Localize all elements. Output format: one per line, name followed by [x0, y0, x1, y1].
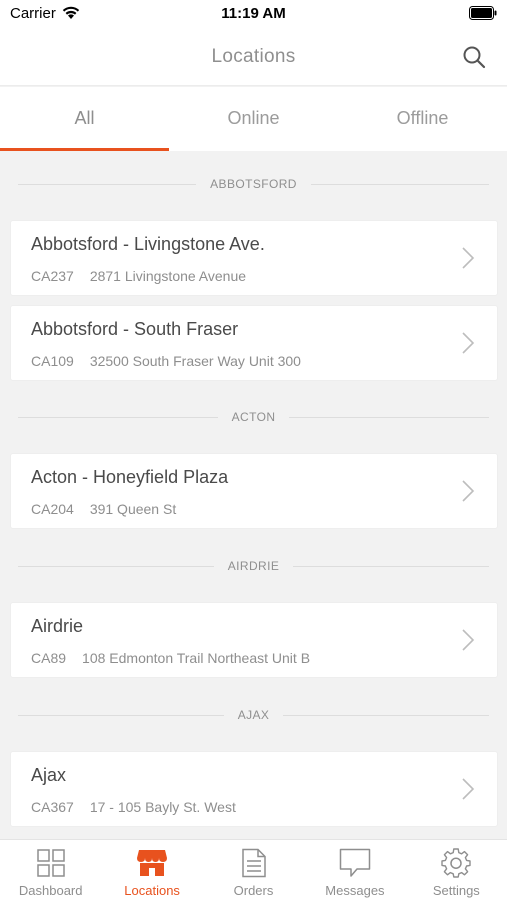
search-icon[interactable] [461, 44, 487, 70]
tab-bar-dashboard[interactable]: Dashboard [0, 840, 101, 900]
section-header-ajax: AJAX [18, 705, 489, 725]
location-code: CA204 [31, 501, 74, 517]
chevron-right-icon [462, 778, 475, 800]
tab-online[interactable]: Online [169, 87, 338, 151]
location-card[interactable]: Acton - Honeyfield Plaza CA204 391 Queen … [11, 454, 497, 528]
location-code: CA237 [31, 268, 74, 284]
tab-bar-label: Locations [124, 883, 180, 898]
clock: 11:19 AM [221, 5, 286, 22]
location-card[interactable]: Abbotsford - South Fraser CA109 32500 Sou… [11, 306, 497, 380]
gear-icon [441, 848, 472, 878]
location-name: Ajax [31, 765, 67, 785]
location-name: Acton - Honeyfield Plaza [31, 467, 229, 487]
section-header-acton: ACTON [18, 407, 490, 427]
chevron-right-icon [462, 247, 475, 269]
bottom-tab-bar: Dashboard Locations Orders Messages Sett… [0, 839, 507, 900]
location-code: CA89 [31, 650, 67, 666]
section-header-abbotsford: ABBOTSFORD [18, 174, 489, 194]
divider [18, 565, 214, 567]
tab-bar-label: Dashboard [18, 883, 83, 898]
chevron-right-icon [462, 480, 475, 502]
locations-list[interactable]: ABBOTSFORD Abbotsford - Livingstone Ave.… [0, 151, 507, 839]
location-address: 17 - 105 Bayly St. West [89, 799, 236, 815]
navigation-bar: Locations [0, 30, 507, 86]
battery-icon [469, 6, 497, 20]
divider [283, 714, 489, 716]
page-title: Locations [211, 46, 296, 67]
location-details: CA367 17 - 105 Bayly St. West [31, 799, 236, 815]
location-details: CA89 108 Edmonton Trail Northeast Unit B [31, 650, 310, 666]
tab-bar-messages[interactable]: Messages [304, 840, 405, 900]
tab-bar-label: Orders [233, 883, 274, 898]
divider [289, 416, 490, 418]
location-code: CA367 [31, 799, 74, 815]
location-address: 2871 Livingstone Avenue [89, 268, 247, 284]
dashboard-grid-icon [36, 849, 65, 877]
location-card[interactable]: Abbotsford - Livingstone Ave. CA237 2871 … [11, 221, 497, 295]
location-address: 108 Edmonton Trail Northeast Unit B [82, 650, 311, 666]
tab-bar-orders[interactable]: Orders [203, 840, 304, 900]
section-label: AIRDRIE [227, 559, 280, 573]
section-label: ACTON [231, 410, 276, 424]
section-header-airdrie: AIRDRIE [18, 556, 490, 576]
tab-all[interactable]: All [0, 87, 169, 151]
filter-tabs: All Online Offline [0, 87, 507, 151]
divider [18, 183, 197, 185]
location-code: CA109 [31, 353, 74, 369]
location-details: CA109 32500 South Fraser Way Unit 300 [31, 353, 301, 369]
chat-bubble-icon [339, 848, 371, 877]
document-icon [241, 848, 266, 878]
location-name: Airdrie [31, 616, 84, 636]
divider [18, 714, 224, 716]
section-label: AJAX [237, 708, 270, 722]
chevron-right-icon [462, 629, 475, 651]
tab-bar-label: Messages [325, 883, 385, 898]
status-bar: Carrier 11:19 AM [0, 0, 507, 30]
location-card[interactable]: Airdrie CA89 108 Edmonton Trail Northeast… [11, 603, 497, 677]
location-name: Abbotsford - South Fraser [31, 319, 239, 339]
location-card[interactable]: Ajax CA367 17 - 105 Bayly St. West [11, 752, 497, 826]
section-label: ABBOTSFORD [210, 177, 297, 191]
tab-offline[interactable]: Offline [338, 87, 507, 151]
tab-bar-label: Settings [432, 883, 480, 898]
location-address: 391 Queen St [89, 501, 177, 517]
divider [18, 416, 218, 418]
tab-bar-locations[interactable]: Locations [101, 840, 202, 900]
location-address: 32500 South Fraser Way Unit 300 [89, 353, 301, 369]
location-details: CA204 391 Queen St [31, 501, 176, 517]
chevron-right-icon [462, 332, 475, 354]
tab-bar-settings[interactable]: Settings [406, 840, 507, 900]
storefront-icon [137, 850, 168, 876]
divider [310, 183, 489, 185]
location-details: CA237 2871 Livingstone Avenue [31, 268, 246, 284]
divider [293, 565, 490, 567]
location-name: Abbotsford - Livingstone Ave. [31, 234, 265, 254]
